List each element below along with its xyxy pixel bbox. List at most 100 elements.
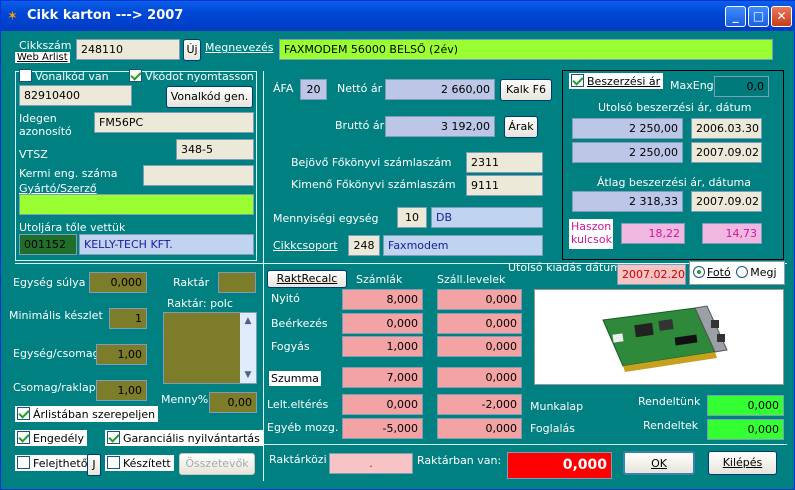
megnevezes-field[interactable]: FAXMODEM 56000 BELSŐ (2év) bbox=[279, 39, 773, 60]
netto-field[interactable]: 2 660,00 bbox=[385, 79, 495, 100]
web-arlista-label: Web Árlist bbox=[15, 52, 70, 63]
lelt-szall-cell[interactable]: -2,000 bbox=[437, 394, 522, 415]
szumma-label: Szumma bbox=[269, 371, 321, 386]
brutto-field[interactable]: 3 192,00 bbox=[385, 116, 495, 137]
felejtheto-checkbox[interactable]: Felejthető bbox=[15, 455, 91, 471]
atlag-datum-field[interactable]: 2007.09.02 bbox=[691, 191, 762, 212]
haszon-2-field[interactable]: 14,73 bbox=[702, 223, 762, 244]
munkalap-label: Munkalap bbox=[530, 400, 584, 413]
vtsz-label: VTSZ bbox=[19, 148, 48, 161]
row-label: Beérkezés bbox=[271, 317, 328, 330]
vonalkod-field[interactable]: 82910400 bbox=[19, 85, 132, 106]
menny-pct-label: Menny% bbox=[161, 393, 209, 406]
vonalkod-van-checkbox[interactable]: Vonalkód van bbox=[19, 69, 109, 83]
min-keszlet-field[interactable]: 1 bbox=[109, 308, 147, 329]
vtsz-field[interactable]: 348-5 bbox=[176, 139, 254, 160]
supplier-code-field[interactable]: 001152 bbox=[19, 234, 77, 255]
maximize-button[interactable]: □ bbox=[748, 6, 769, 27]
fogyas-szamlak-cell[interactable]: 1,000 bbox=[342, 336, 423, 357]
kilepes-button[interactable]: Kilépés bbox=[708, 451, 777, 475]
atlag-ar-field[interactable]: 2 318,33 bbox=[572, 191, 683, 212]
menny-pct-field[interactable]: 0,00 bbox=[209, 392, 257, 413]
utolso-kiadas-field[interactable]: 2007.02.20 bbox=[617, 264, 686, 285]
szumma-szamlak-cell[interactable]: 7,000 bbox=[342, 367, 423, 388]
scroll-down-icon[interactable]: ▼ bbox=[240, 367, 256, 383]
afa-field[interactable]: 20 bbox=[300, 79, 327, 100]
bottom-divider bbox=[263, 444, 787, 445]
mennyisegi-egyseg-label: Mennyiségi egység bbox=[273, 212, 379, 225]
garancialis-checkbox[interactable]: Garanciális nyilvántartás bbox=[105, 430, 263, 446]
egyseg-sulya-field[interactable]: 0,000 bbox=[89, 272, 147, 293]
raktarban-van-label: Raktárban van: bbox=[417, 454, 502, 467]
azonosito-label: azonosító bbox=[19, 125, 72, 138]
utoljara-label: Utoljára tőle vettük bbox=[19, 221, 126, 234]
arlistaban-checkbox[interactable]: Árlistában szerepeljen bbox=[15, 406, 159, 422]
bejovo-field[interactable]: 2311 bbox=[466, 152, 543, 173]
beerkezes-szall-cell[interactable]: 0,000 bbox=[437, 313, 522, 334]
rendeltunk-label: Rendeltünk bbox=[638, 395, 701, 408]
utolso-kiadas-label: Utolsó kiadás dátuma bbox=[508, 261, 628, 274]
foto-radio[interactable]: Fotó bbox=[693, 266, 731, 279]
netto-label: Nettó ár bbox=[337, 82, 383, 95]
maxeng-field[interactable]: 0,0 bbox=[714, 76, 769, 97]
supplier-name-field[interactable]: KELLY-TECH KFT. bbox=[79, 234, 254, 255]
raktarkozi-label: Raktárközi bbox=[269, 453, 327, 466]
beszerzesi-ar-checkbox[interactable]: Beszerzési ár bbox=[569, 73, 664, 89]
cikkcsoport-name-field[interactable]: Faxmodem bbox=[383, 235, 543, 256]
vonalkod-gen-button[interactable]: Vonalkód gen. bbox=[166, 86, 253, 108]
uj-button[interactable]: Új bbox=[183, 39, 201, 61]
egyeb-szall-cell[interactable]: 0,000 bbox=[437, 418, 522, 439]
rendeltunk-field[interactable]: 0,000 bbox=[707, 395, 784, 416]
raktrecalc-button[interactable]: RaktRecalc bbox=[267, 270, 347, 288]
keszitett-checkbox[interactable]: Készített bbox=[105, 455, 174, 471]
megj-radio[interactable]: Megj bbox=[736, 266, 777, 279]
beerkezes-szamlak-cell[interactable]: 0,000 bbox=[342, 313, 423, 334]
minimize-button[interactable]: _ bbox=[725, 6, 746, 27]
atlag-label: Átlag beszerzési ár, dátuma bbox=[597, 176, 752, 189]
idegen-label: Idegen bbox=[19, 112, 57, 125]
idegen-azonosito-field[interactable]: FM56PC bbox=[94, 112, 254, 133]
utolso-datum-2-field[interactable]: 2007.09.02 bbox=[691, 142, 762, 163]
menny-code-field[interactable]: 10 bbox=[397, 207, 427, 228]
arak-button[interactable]: Árak bbox=[504, 116, 538, 138]
utolso-ar-1-field[interactable]: 2 250,00 bbox=[572, 118, 683, 139]
egyseg-csomag-field[interactable]: 1,00 bbox=[96, 344, 147, 365]
nyito-szall-cell[interactable]: 0,000 bbox=[437, 289, 522, 310]
cikkszam-field[interactable]: 248110 bbox=[76, 39, 180, 60]
raktar-polc-label: Raktár: polc bbox=[167, 297, 233, 310]
ok-button[interactable]: OK bbox=[623, 451, 695, 475]
raktar-polc-list[interactable]: ▲ ▼ bbox=[163, 312, 257, 384]
raktarban-van-field[interactable]: 0,000 bbox=[507, 452, 612, 479]
row-label: Nyitó bbox=[271, 292, 300, 305]
close-button[interactable]: ✕ bbox=[771, 6, 792, 27]
kimeno-field[interactable]: 9111 bbox=[466, 175, 543, 196]
cikk-karton-window: ✶ Cikk karton ---> 2007 _ □ ✕ Cikkszám W… bbox=[0, 0, 795, 490]
fogyas-szall-cell[interactable]: 0,000 bbox=[437, 336, 522, 357]
csomag-raklap-field[interactable]: 1,00 bbox=[96, 380, 147, 401]
szumma-szall-cell[interactable]: 0,000 bbox=[437, 367, 522, 388]
raktar-field[interactable] bbox=[218, 272, 256, 293]
egyeb-szamlak-cell[interactable]: -5,000 bbox=[342, 418, 423, 439]
j-button[interactable]: J bbox=[87, 454, 101, 476]
vkodot-nyomtasson-checkbox[interactable]: Vkódot nyomtasson bbox=[129, 69, 254, 83]
foglalas-label: Foglalás bbox=[530, 422, 575, 435]
nyito-szamlak-cell[interactable]: 8,000 bbox=[342, 289, 423, 310]
kalk-f6-button[interactable]: Kalk F6 bbox=[500, 79, 552, 101]
bejovo-label: Bejövő Főkönyvi számlaszám bbox=[291, 156, 452, 169]
scroll-up-icon[interactable]: ▲ bbox=[240, 313, 256, 329]
rendeltek-field[interactable]: 0,000 bbox=[707, 419, 784, 440]
utolso-datum-1-field[interactable]: 2006.03.30 bbox=[691, 118, 762, 139]
menny-name-field[interactable]: DB bbox=[431, 207, 543, 228]
engedely-checkbox[interactable]: Engedély bbox=[15, 430, 87, 446]
raktarkozi-field[interactable]: . bbox=[329, 453, 413, 474]
window-title: Cikk karton ---> 2007 bbox=[27, 8, 184, 23]
utolso-ar-2-field[interactable]: 2 250,00 bbox=[572, 142, 683, 163]
kermi-field[interactable] bbox=[143, 165, 254, 186]
raktar-polc-scrollbar[interactable]: ▲ ▼ bbox=[240, 313, 256, 383]
lelt-szamlak-cell[interactable]: 0,000 bbox=[342, 394, 423, 415]
gyarto-field[interactable] bbox=[19, 194, 254, 215]
cikkcsoport-code-field[interactable]: 248 bbox=[348, 235, 380, 256]
megnevezes-label: Megnevezés bbox=[205, 41, 274, 54]
osszetevok-button[interactable]: Összetevők bbox=[179, 453, 255, 475]
haszon-1-field[interactable]: 18,22 bbox=[621, 223, 685, 244]
